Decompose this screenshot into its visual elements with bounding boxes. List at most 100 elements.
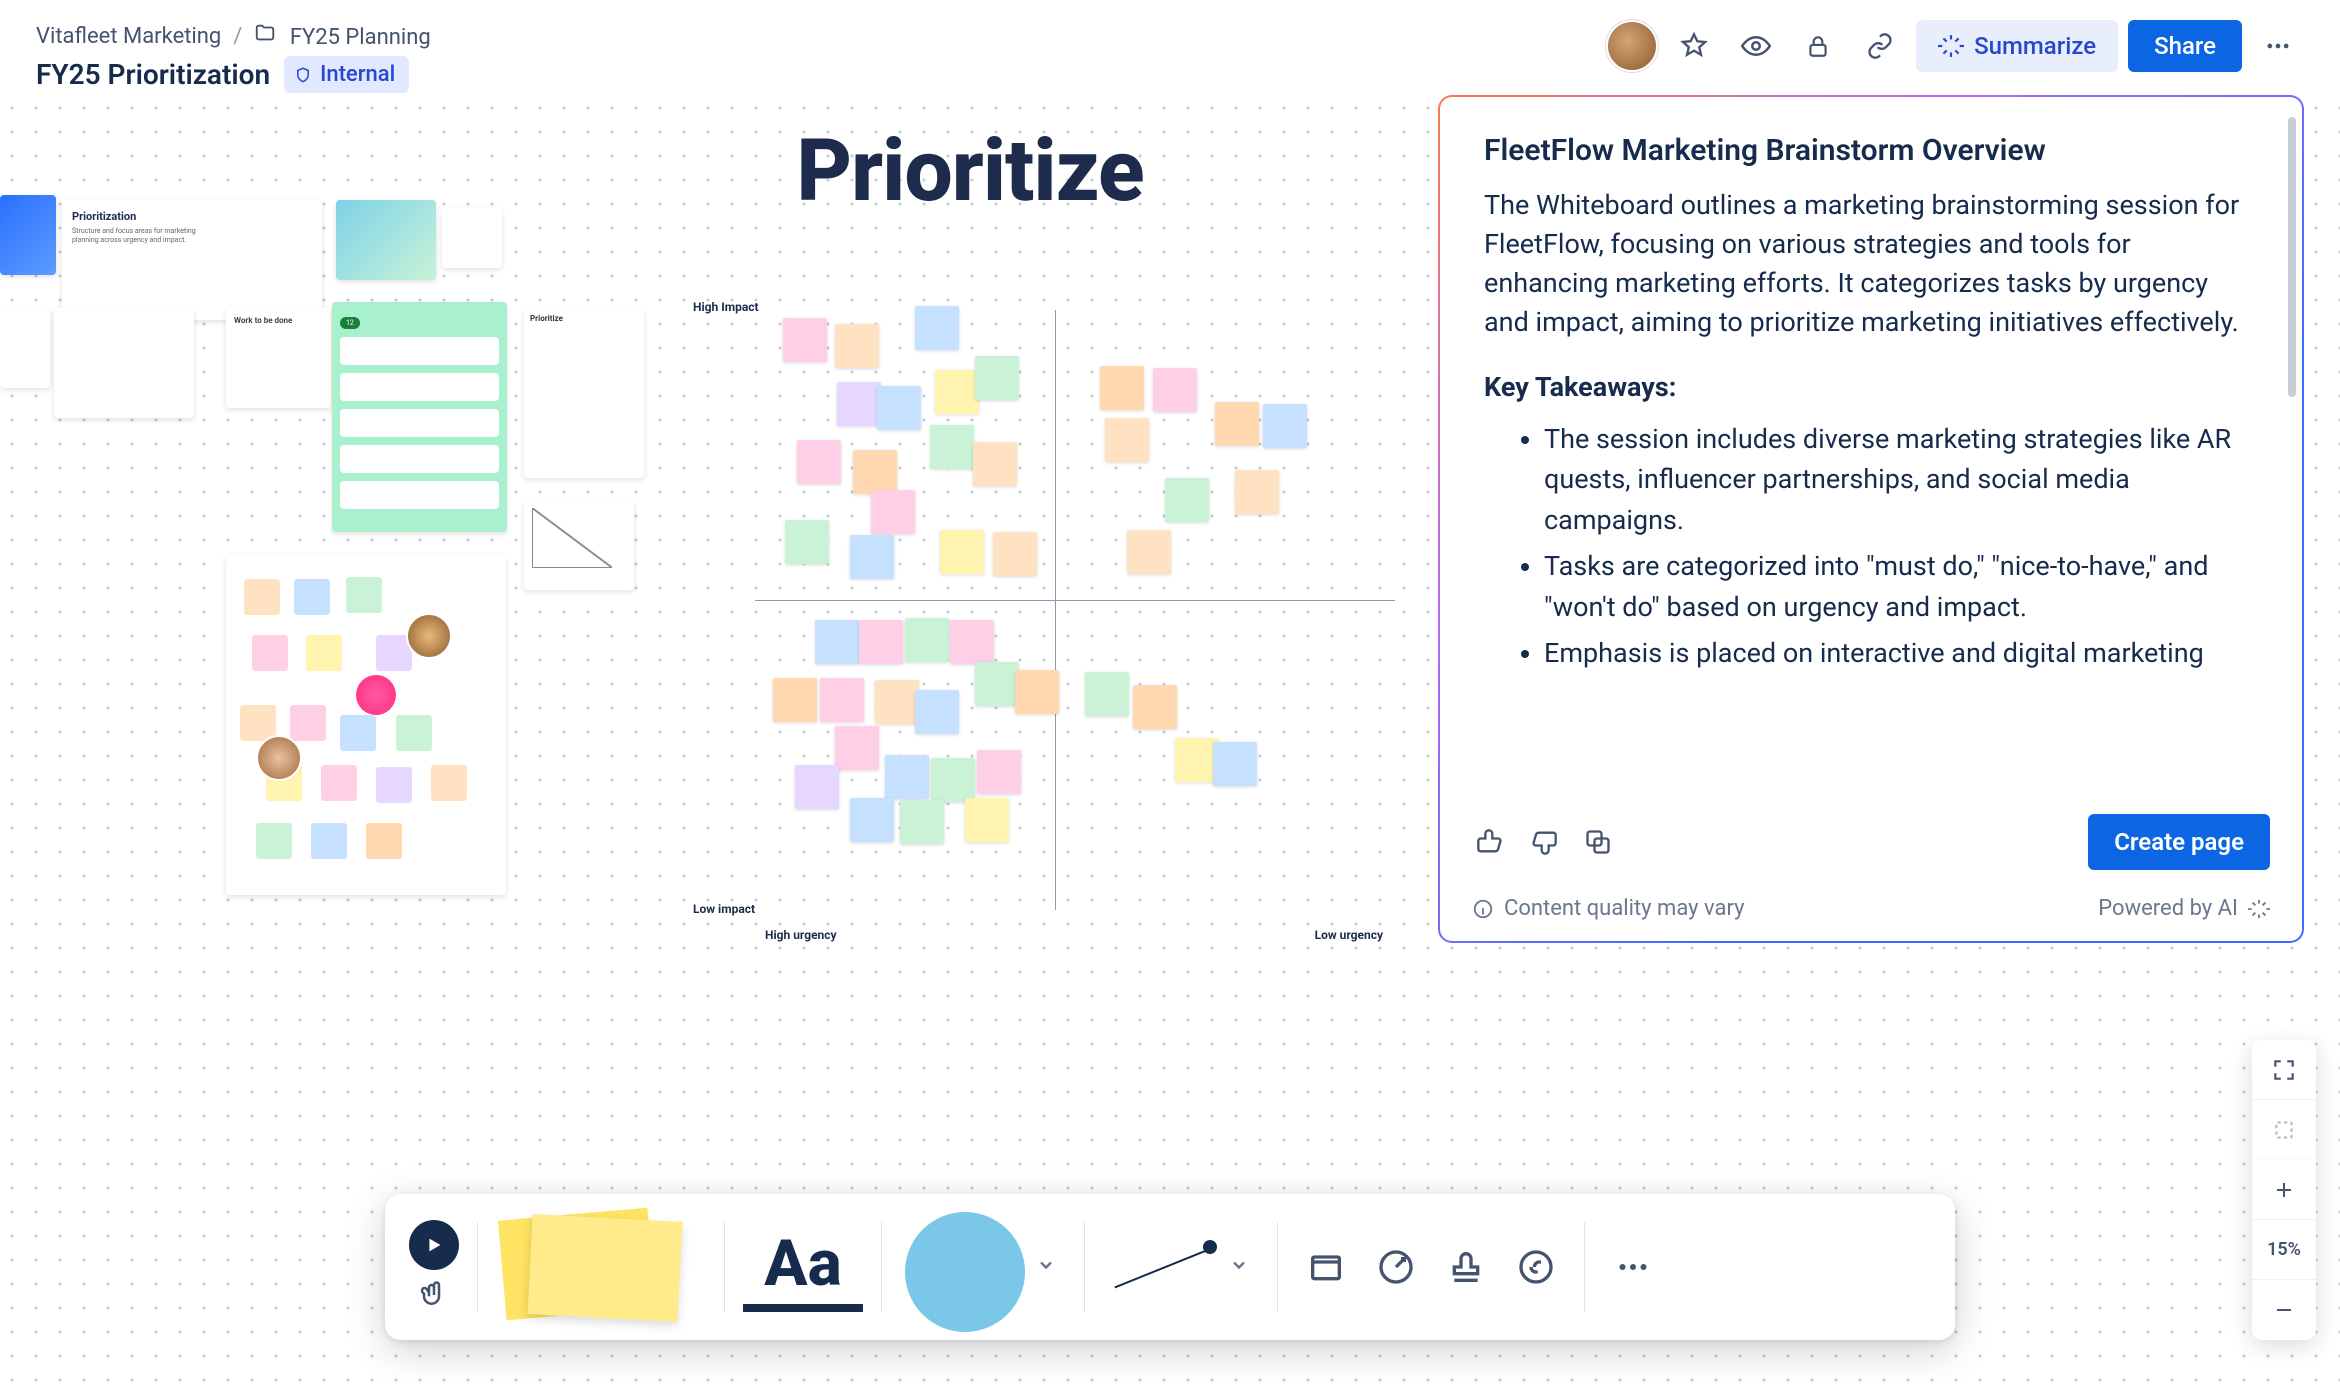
sticky-note[interactable] — [797, 440, 841, 484]
link-icon — [1866, 32, 1894, 60]
shape-tool[interactable] — [900, 1212, 1030, 1322]
thumbs-down-button[interactable] — [1526, 824, 1562, 860]
tasks-card[interactable]: 12 — [332, 302, 507, 532]
brainstorm-card[interactable] — [226, 555, 506, 895]
sticky-note[interactable] — [1127, 530, 1171, 574]
smart-section-tool[interactable] — [1366, 1237, 1426, 1297]
watch-button[interactable] — [1730, 20, 1782, 72]
sticky-note[interactable] — [930, 425, 974, 469]
text-tool[interactable]: Aa — [743, 1222, 863, 1312]
sticky-note[interactable] — [975, 662, 1019, 706]
sticky-note[interactable] — [977, 750, 1021, 794]
create-page-button[interactable]: Create page — [2088, 814, 2270, 870]
thumbnail-card[interactable] — [442, 208, 502, 268]
thumbnail-card[interactable] — [0, 195, 56, 275]
shape-dropdown[interactable] — [1036, 1255, 1066, 1279]
ai-bullet: The session includes diverse marketing s… — [1544, 419, 2258, 541]
lock-icon — [1805, 33, 1831, 59]
connector-tool[interactable] — [1103, 1222, 1223, 1312]
sticky-note[interactable] — [835, 324, 879, 368]
sticky-note[interactable] — [1235, 470, 1279, 514]
stamp-tool[interactable] — [1436, 1237, 1496, 1297]
sticky-note[interactable] — [885, 755, 929, 799]
priority-matrix[interactable]: High Impact Low impact High urgency Low … — [755, 310, 1395, 910]
sticky-note[interactable] — [975, 356, 1019, 400]
frame-tool[interactable] — [1296, 1237, 1356, 1297]
zoom-out-button[interactable] — [2252, 1280, 2316, 1340]
chevron-down-icon — [1229, 1255, 1249, 1275]
prioritization-card[interactable]: Prioritization Structure and focus areas… — [62, 200, 322, 320]
sticky-note[interactable] — [973, 442, 1017, 486]
sticky-note-tool[interactable] — [496, 1212, 706, 1322]
sticky-note[interactable] — [931, 758, 975, 802]
sticky-note[interactable] — [900, 800, 944, 844]
sticky-note[interactable] — [915, 306, 959, 350]
sticky-note[interactable] — [915, 690, 959, 734]
copy-button[interactable] — [1580, 824, 1616, 860]
sticky-note[interactable] — [940, 530, 984, 574]
sticky-note[interactable] — [1263, 404, 1307, 448]
sticky-note[interactable] — [905, 618, 949, 662]
sticky-note[interactable] — [785, 520, 829, 564]
breadcrumb-parent[interactable]: FY25 Planning — [254, 22, 430, 50]
sticky-note[interactable] — [820, 678, 864, 722]
sticky-note[interactable] — [835, 726, 879, 770]
sticky-note[interactable] — [1105, 418, 1149, 462]
link-button[interactable] — [1854, 20, 1906, 72]
thumbnail-card[interactable] — [54, 308, 194, 418]
sticky-note[interactable] — [783, 318, 827, 362]
star-button[interactable] — [1668, 20, 1720, 72]
sticky-note[interactable] — [965, 798, 1009, 842]
connector-dropdown[interactable] — [1229, 1255, 1259, 1279]
sticky-note[interactable] — [859, 620, 903, 664]
sticky-note[interactable] — [853, 450, 897, 494]
presentation-button[interactable] — [409, 1220, 459, 1270]
sticky-note[interactable] — [1213, 742, 1257, 786]
sticky-note[interactable] — [877, 386, 921, 430]
lock-button[interactable] — [1792, 20, 1844, 72]
copy-icon — [1584, 828, 1612, 856]
sticky-note[interactable] — [950, 620, 994, 664]
visibility-badge[interactable]: Internal — [284, 56, 409, 93]
sticky-note[interactable] — [773, 678, 817, 722]
summarize-button[interactable]: Summarize — [1916, 20, 2118, 72]
sticky-note[interactable] — [795, 765, 839, 809]
sticky-note[interactable] — [1153, 368, 1197, 412]
notes-card[interactable]: Prioritize — [524, 308, 644, 478]
sticky-note[interactable] — [1215, 402, 1259, 446]
zoom-in-button[interactable] — [2252, 1160, 2316, 1220]
avatar[interactable] — [1606, 20, 1658, 72]
sticky-note[interactable] — [850, 535, 894, 579]
hand-tool[interactable] — [419, 1280, 449, 1314]
sticky-note[interactable] — [837, 382, 881, 426]
star-icon — [1680, 32, 1708, 60]
sticky-note[interactable] — [871, 490, 915, 534]
sticky-note[interactable] — [1015, 670, 1059, 714]
sticky-note[interactable] — [1100, 366, 1144, 410]
share-button[interactable]: Share — [2128, 20, 2242, 72]
eye-icon — [1741, 31, 1771, 61]
fit-button[interactable] — [2252, 1100, 2316, 1160]
breadcrumb-space[interactable]: Vitafleet Marketing — [36, 24, 221, 49]
thumbnail-card[interactable] — [336, 200, 436, 280]
sticky-note[interactable] — [1085, 672, 1129, 716]
sticky-note[interactable] — [850, 798, 894, 842]
sticky-note[interactable] — [875, 680, 919, 724]
toolbar-more-button[interactable] — [1603, 1237, 1663, 1297]
sticky-note[interactable] — [1165, 478, 1209, 522]
fullscreen-button[interactable] — [2252, 1040, 2316, 1100]
axis-label: Low impact — [693, 902, 755, 916]
stamp-icon — [1446, 1247, 1486, 1287]
link-tool[interactable] — [1506, 1237, 1566, 1297]
scrollbar-thumb[interactable] — [2288, 117, 2296, 397]
sticky-note[interactable] — [815, 620, 859, 664]
sticky-note[interactable] — [935, 370, 979, 414]
more-button[interactable] — [2252, 20, 2304, 72]
axes-card[interactable] — [524, 500, 634, 590]
sticky-note[interactable] — [1133, 685, 1177, 729]
header-actions: Summarize Share — [1606, 20, 2304, 72]
work-card[interactable]: Work to be done — [226, 308, 331, 408]
thumbnail-card[interactable] — [0, 308, 50, 388]
sticky-note[interactable] — [993, 532, 1037, 576]
thumbs-up-button[interactable] — [1472, 824, 1508, 860]
